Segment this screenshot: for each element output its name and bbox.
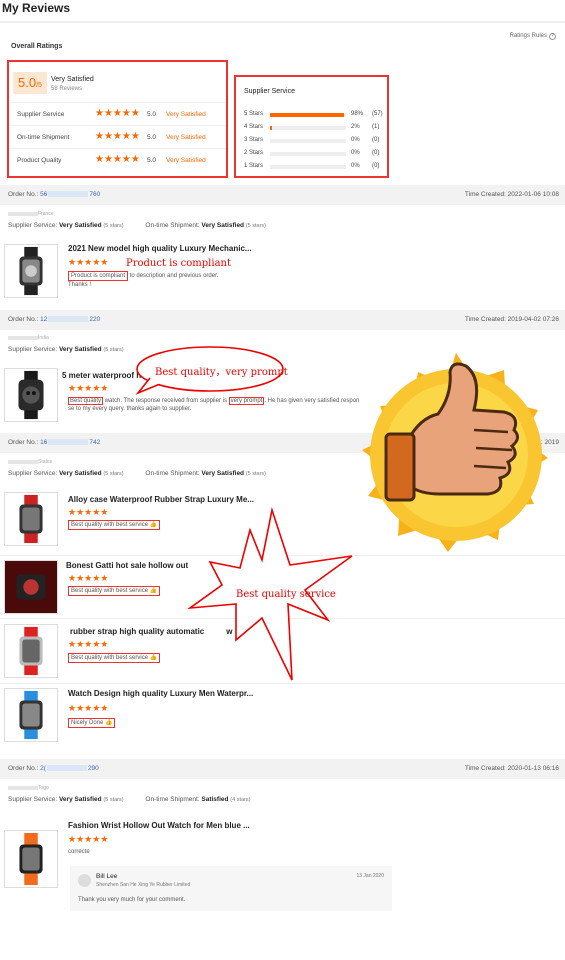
product-thumbnail[interactable] (4, 492, 58, 546)
overall-summary: 5.0/5 Very Satisfied 58 Reviews Supplier… (7, 60, 228, 178)
ratings-rules-link[interactable]: Ratings Rules? (510, 33, 556, 40)
product-title[interactable]: rubber strap high quality automatic w (70, 627, 232, 636)
time-created: Time Created: 2020-01-13 06:16 (464, 765, 559, 772)
order-header: Order No.: 56 760 Time Created: 2022-01-0… (0, 185, 565, 205)
star-icons: ★★★★★ (68, 834, 109, 844)
star-icons: ★★★★★ (68, 257, 109, 267)
annotation-service: Best quality service (236, 589, 336, 600)
time-created: Time Created: 2019 (501, 439, 559, 446)
avatar (78, 874, 91, 887)
divider (0, 555, 565, 556)
score-badge: 5.0/5 (13, 72, 47, 94)
supplier-service-distribution: Supplier Service 5 Stars 98% (57) 4 Stars 2… (234, 75, 389, 178)
dist-row-4: 4 Stars 2% (1) (244, 124, 380, 130)
buyer-country: France (8, 211, 54, 217)
product-thumbnail[interactable] (4, 368, 58, 422)
order-ratings: Supplier Service: Very Satisfied (5 star… (8, 796, 251, 803)
review-text: Product is compliant to description and … (68, 271, 219, 288)
rating-row-supplier: Supplier Service ★★★★★ 5.0 Very Satisfie… (9, 102, 226, 125)
time-created: Time Created: 2022-01-06 10:08 (464, 191, 559, 198)
star-icons: ★★★★★ (68, 573, 109, 583)
review-text: Best quality watch. The response receive… (68, 397, 360, 412)
dist-row-5: 5 Stars 98% (57) (244, 111, 383, 117)
order-header: Order No.: 2(290 Time Created: 2020-01-1… (0, 759, 565, 779)
order-number[interactable]: 2(290 (40, 765, 99, 772)
buyer-country: India (8, 335, 49, 341)
star-icons: ★★★★★ (95, 131, 140, 142)
rating-row-quality: Product Quality ★★★★★ 5.0 Very Satisfied (9, 148, 226, 171)
order-ratings: Supplier Service: Very Satisfied (5 star… (8, 470, 267, 477)
star-icons: ★★★★★ (68, 507, 109, 517)
help-icon[interactable]: ? (549, 33, 556, 40)
review-text: Best quality with best service 👍 (68, 520, 161, 530)
order-ratings: Supplier Service: Very Satisfied (5 star… (8, 222, 267, 229)
review-count: 58 Reviews (51, 86, 83, 92)
star-icons: ★★★★★ (68, 703, 109, 713)
review-text: Best quality with best service 👍 (68, 586, 161, 596)
star-icons: ★★★★★ (95, 108, 140, 119)
reply-author: Bill Lee (96, 873, 118, 880)
supplier-reply: Bill Lee Shenzhen San He Xing Ye Rubber … (70, 866, 392, 911)
supplier-service-title: Supplier Service (244, 88, 295, 95)
review-text: Nicely Done 👍 (68, 718, 116, 728)
star-icons: ★★★★★ (68, 639, 109, 649)
divider (0, 618, 565, 619)
product-title[interactable]: Fashion Wrist Hollow Out Watch for Men b… (68, 821, 250, 830)
rating-row-shipment: On-time Shipment ★★★★★ 5.0 Very Satisfie… (9, 125, 226, 148)
overall-ratings-label: Overall Ratings (11, 43, 63, 50)
buyer-country: States (8, 459, 52, 465)
order-header: Order No.: 12 220 Time Created: 2019-04-0… (0, 310, 565, 330)
product-thumbnail[interactable] (4, 624, 58, 678)
dist-row-2: 2 Stars 0% (0) (244, 150, 380, 156)
reply-company: Shenzhen San He Xing Ye Rubber Limited (96, 882, 191, 888)
annotation-prompt: Best quality，very prompt (155, 367, 288, 378)
star-icons: ★★★★★ (68, 383, 109, 393)
divider (0, 683, 565, 684)
dist-row-1: 1 Stars 0% (0) (244, 163, 380, 169)
product-thumbnail[interactable] (4, 244, 58, 298)
order-number[interactable]: 56 760 (40, 191, 100, 198)
order-number[interactable]: 16 742 (40, 439, 100, 446)
product-thumbnail[interactable] (4, 560, 58, 614)
order-ratings: Supplier Service: Very Satisfied (5 star… (8, 346, 124, 353)
product-title[interactable]: Alloy case Waterproof Rubber Strap Luxur… (68, 495, 254, 504)
dist-row-3: 3 Stars 0% (0) (244, 137, 380, 143)
annotation-compliant: Product is compliant (126, 258, 231, 269)
order-number[interactable]: 12 220 (40, 316, 100, 323)
product-title[interactable]: Bonest Gatti hot sale hollow out (66, 561, 188, 570)
reply-message: Thank you very much for your comment. (78, 897, 186, 903)
product-title[interactable]: 2021 New model high quality Luxury Mecha… (68, 244, 252, 253)
divider (0, 21, 565, 23)
product-title[interactable]: 5 meter waterproof h (62, 371, 141, 380)
review-text: correcte (68, 849, 90, 855)
order-header: Order No.: 16 742 Time Created: 2019 (0, 433, 565, 453)
time-created: Time Created: 2019-04-02 07:26 (464, 316, 559, 323)
product-title[interactable]: Watch Design high quality Luxury Men Wat… (68, 689, 253, 698)
highlighted-phrase: Product is compliant (68, 271, 129, 281)
overall-verdict: Very Satisfied (51, 76, 94, 83)
review-text: Best quality with best service 👍 (68, 653, 161, 663)
reply-date: 13 Jan 2020 (356, 873, 384, 879)
star-icons: ★★★★★ (95, 154, 140, 165)
buyer-country: Togo (8, 785, 49, 791)
product-thumbnail[interactable] (4, 688, 58, 742)
page-title: My Reviews (2, 1, 71, 15)
product-thumbnail[interactable] (4, 830, 58, 888)
